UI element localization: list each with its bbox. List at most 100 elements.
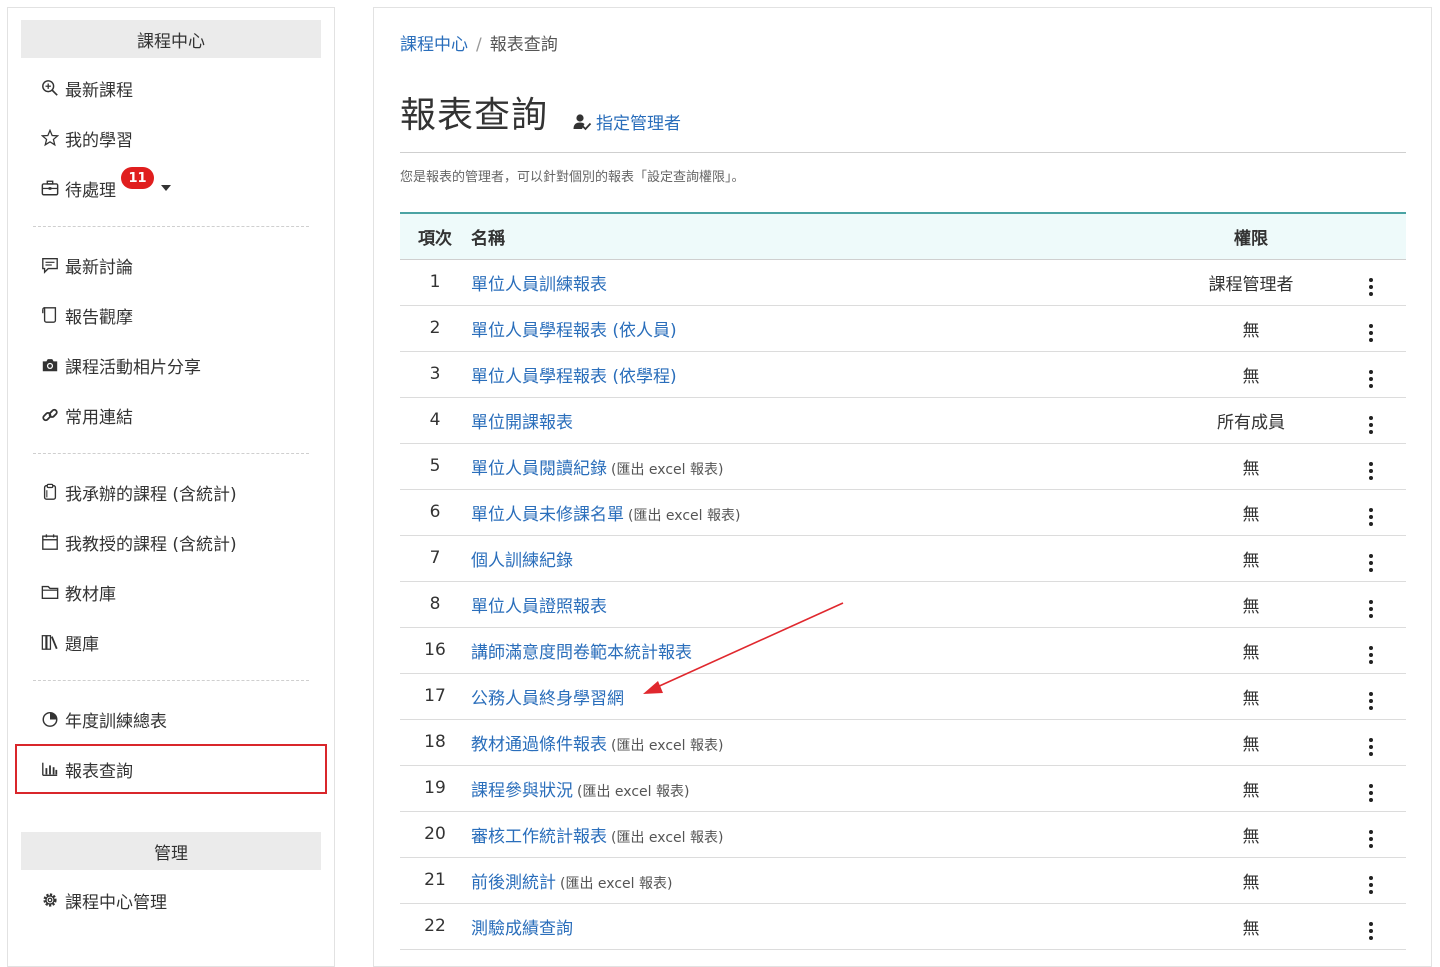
report-link[interactable]: 測驗成績查詢 — [471, 919, 573, 939]
more-options-icon[interactable] — [1363, 552, 1379, 574]
report-link[interactable]: 單位人員訓練報表 — [471, 275, 607, 295]
sidebar-item-my-organized-courses[interactable]: 我承辦的課程 (含統計) — [8, 467, 334, 517]
more-options-icon[interactable] — [1363, 690, 1379, 712]
assign-manager-link[interactable]: 指定管理者 — [572, 109, 681, 134]
sidebar-item-course-center-admin[interactable]: 課程中心管理 — [8, 875, 334, 925]
main-content: 課程中心 / 報表查詢 報表查詢 指定管理者 您是報表的管理者，可以針對個別的報表「… — [373, 7, 1432, 967]
table-row: 21 前後測統計 (匯出 excel 報表) 無 — [400, 857, 1406, 904]
more-options-icon[interactable] — [1363, 460, 1379, 482]
row-permission: 無 — [1166, 811, 1336, 858]
sidebar-item-label: 待處理 — [65, 180, 116, 201]
sidebar-item-my-taught-courses[interactable]: 我教授的課程 (含統計) — [8, 517, 334, 567]
more-options-icon[interactable] — [1363, 368, 1379, 390]
row-actions-cell — [1336, 397, 1406, 444]
export-excel-note: (匯出 excel 報表) — [628, 507, 741, 524]
sidebar-header-admin: 管理 — [21, 832, 321, 870]
sidebar-item-my-learning[interactable]: 我的學習 — [8, 113, 334, 163]
table-row: 2 單位人員學程報表 (依人員) 無 — [400, 305, 1406, 352]
table-row: 1 單位人員訓練報表 課程管理者 — [400, 259, 1406, 306]
report-link[interactable]: 講師滿意度問卷範本統計報表 — [471, 643, 692, 663]
more-options-icon[interactable] — [1363, 414, 1379, 436]
export-excel-note: (匯出 excel 報表) — [560, 875, 673, 892]
more-options-icon[interactable] — [1363, 506, 1379, 528]
report-link[interactable]: 單位人員閱讀紀錄 — [471, 459, 607, 479]
more-options-icon[interactable] — [1363, 736, 1379, 758]
report-link[interactable]: 前後測統計 — [471, 873, 556, 893]
row-permission: 無 — [1166, 443, 1336, 490]
pie-chart-icon — [39, 708, 61, 730]
sidebar-item-pending[interactable]: 待處理 11 — [8, 163, 334, 213]
table-row: 16 講師滿意度問卷範本統計報表 無 — [400, 627, 1406, 674]
report-table: 項次 名稱 權限 1 單位人員訓練報表 課程管理者 2 單位人員學程報表 (依人員) 無 3… — [400, 212, 1406, 950]
sidebar-divider — [33, 226, 309, 227]
report-link[interactable]: 單位人員證照報表 — [471, 597, 607, 617]
row-actions-cell — [1336, 627, 1406, 674]
sidebar-item-label: 題庫 — [65, 634, 99, 655]
report-link[interactable]: 單位開課報表 — [471, 413, 573, 433]
title-row: 報表查詢 指定管理者 — [400, 94, 681, 138]
row-name-cell: 前後測統計 (匯出 excel 報表) — [470, 857, 1166, 904]
more-options-icon[interactable] — [1363, 782, 1379, 804]
row-name-cell: 個人訓練紀錄 — [470, 535, 1166, 582]
report-link[interactable]: 公務人員終身學習網 — [471, 689, 624, 709]
more-options-icon[interactable] — [1363, 828, 1379, 850]
report-link[interactable]: 個人訓練紀錄 — [471, 551, 573, 571]
row-permission: 課程管理者 — [1166, 259, 1336, 306]
row-name-cell: 單位人員學程報表 (依學程) — [470, 351, 1166, 398]
folder-icon — [39, 581, 61, 603]
sidebar-item-latest-discussions[interactable]: 最新討論 — [8, 240, 334, 290]
sidebar-item-question-bank[interactable]: 題庫 — [8, 617, 334, 667]
row-number: 8 — [400, 581, 470, 628]
more-options-icon[interactable] — [1363, 644, 1379, 666]
row-actions-cell — [1336, 673, 1406, 720]
sidebar-item-label: 我承辦的課程 (含統計) — [65, 484, 237, 505]
row-actions-cell — [1336, 305, 1406, 352]
bar-chart-icon — [39, 758, 61, 780]
more-options-icon[interactable] — [1363, 322, 1379, 344]
sidebar-item-report-showcase[interactable]: 報告觀摩 — [8, 290, 334, 340]
report-link[interactable]: 課程參與狀況 — [471, 781, 573, 801]
row-permission: 無 — [1166, 903, 1336, 950]
breadcrumb-link-course-center[interactable]: 課程中心 — [400, 35, 468, 55]
table-row: 6 單位人員未修課名單 (匯出 excel 報表) 無 — [400, 489, 1406, 536]
table-header-row: 項次 名稱 權限 — [400, 213, 1406, 260]
row-permission: 無 — [1166, 857, 1336, 904]
sidebar-item-common-links[interactable]: 常用連結 — [8, 390, 334, 440]
row-name-cell: 單位開課報表 — [470, 397, 1166, 444]
row-name-cell: 單位人員學程報表 (依人員) — [470, 305, 1166, 352]
page-title: 報表查詢 — [400, 95, 549, 136]
column-header-permission: 權限 — [1166, 213, 1336, 260]
table-row: 8 單位人員證照報表 無 — [400, 581, 1406, 628]
sidebar-divider — [33, 680, 309, 681]
column-header-name: 名稱 — [470, 213, 1166, 260]
more-options-icon[interactable] — [1363, 920, 1379, 942]
report-link[interactable]: 教材通過條件報表 — [471, 735, 607, 755]
report-link[interactable]: 審核工作統計報表 — [471, 827, 607, 847]
row-actions-cell — [1336, 857, 1406, 904]
more-options-icon[interactable] — [1363, 874, 1379, 896]
row-number: 21 — [400, 857, 470, 904]
more-options-icon[interactable] — [1363, 276, 1379, 298]
sidebar-item-latest-courses[interactable]: 最新課程 — [8, 63, 334, 113]
sidebar-item-annual-training[interactable]: 年度訓練總表 — [8, 694, 334, 744]
sidebar-header-course-center: 課程中心 — [21, 20, 321, 58]
row-name-cell: 單位人員未修課名單 (匯出 excel 報表) — [470, 489, 1166, 536]
report-link[interactable]: 單位人員學程報表 (依人員) — [471, 321, 677, 341]
row-name-cell: 公務人員終身學習網 — [470, 673, 1166, 720]
more-options-icon[interactable] — [1363, 598, 1379, 620]
chevron-down-icon[interactable] — [161, 185, 171, 191]
breadcrumb-separator: / — [476, 35, 482, 55]
assign-manager-label: 指定管理者 — [596, 114, 682, 134]
sidebar-item-report-query[interactable]: 報表查詢 — [15, 744, 327, 794]
sidebar-item-material-library[interactable]: 教材庫 — [8, 567, 334, 617]
sidebar-item-activity-photos[interactable]: 課程活動相片分享 — [8, 340, 334, 390]
report-link[interactable]: 單位人員學程報表 (依學程) — [471, 367, 677, 387]
table-row: 4 單位開課報表 所有成員 — [400, 397, 1406, 444]
title-divider — [400, 152, 1406, 153]
row-permission: 無 — [1166, 673, 1336, 720]
row-actions-cell — [1336, 489, 1406, 536]
report-link[interactable]: 單位人員未修課名單 — [471, 505, 624, 525]
sidebar-item-label: 常用連結 — [65, 407, 133, 428]
sidebar-item-label: 報表查詢 — [65, 761, 133, 782]
row-number: 7 — [400, 535, 470, 582]
